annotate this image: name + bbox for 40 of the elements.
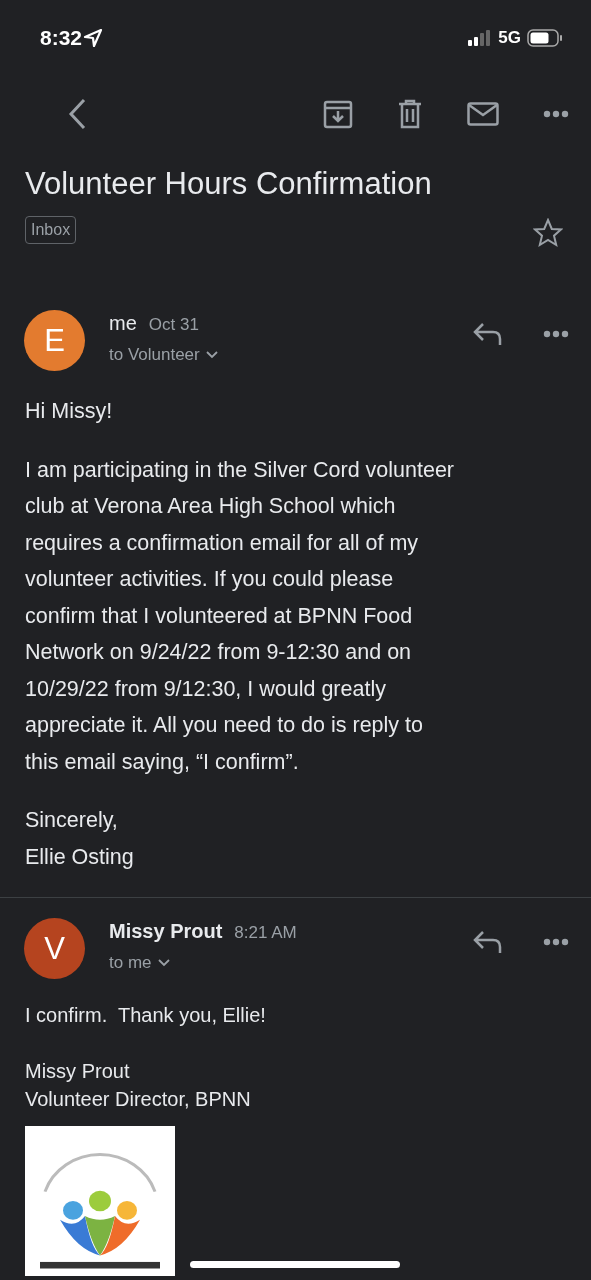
recipient-toggle[interactable]: to Volunteer <box>109 345 218 365</box>
reply-button[interactable] <box>473 930 503 954</box>
reply-button[interactable] <box>473 322 503 346</box>
message-paragraph: I confirm. Thank you, Ellie! <box>25 1003 267 1028</box>
sender-name: Missy Prout <box>109 920 223 943</box>
network-type: 5G <box>498 28 521 48</box>
more-icon <box>543 938 569 946</box>
message-paragraph: Sincerely, Ellie Osting <box>25 807 135 871</box>
sender-avatar: V <box>24 918 85 979</box>
archive-icon <box>323 99 353 129</box>
trash-icon <box>397 99 423 129</box>
clock-time: 8:32 <box>40 26 83 50</box>
recipient-toggle[interactable]: to me <box>109 953 170 973</box>
chevron-down-icon <box>205 351 218 359</box>
email-subject: Volunteer Hours Confirmation <box>25 166 433 202</box>
sender-avatar: E <box>24 310 85 371</box>
archive-button[interactable] <box>323 99 353 129</box>
signal-icon <box>468 30 493 46</box>
sender-name: me <box>109 312 137 335</box>
message-paragraph: Hi Missy! <box>25 398 114 425</box>
mark-unread-button[interactable] <box>467 102 499 126</box>
more-button[interactable] <box>543 110 569 118</box>
star-button[interactable] <box>533 218 563 248</box>
inbox-label: Inbox <box>25 216 77 244</box>
envelope-icon <box>467 102 499 126</box>
chevron-down-icon <box>157 959 170 967</box>
delete-button[interactable] <box>397 99 423 129</box>
battery-icon <box>527 29 563 47</box>
message-date: 8:21 AM <box>234 923 297 943</box>
more-button[interactable] <box>543 938 569 946</box>
message-date: Oct 31 <box>148 315 199 335</box>
reply-icon <box>473 930 503 954</box>
more-icon <box>543 110 569 118</box>
star-icon <box>533 218 563 248</box>
message-paragraph: I am participating in the Silver Cord volunteer club at Verona Area High School which requires a confirmation email for all of my volunteer activities. If you could please confirm that I volunteered at BPNN Food Network on 9/24/22 from 9-12:30 and on 10/29/22 from 9/12:30, I would greatly appreciate it. All you need to do is reply to this email saying, “I confirm”. <box>25 456 455 776</box>
more-icon <box>543 330 569 338</box>
more-button[interactable] <box>543 330 569 338</box>
message-paragraph: Missy Prout Volunteer Director, BPNN <box>25 1059 252 1112</box>
reply-icon <box>473 322 503 346</box>
location-arrow-icon <box>82 27 105 49</box>
